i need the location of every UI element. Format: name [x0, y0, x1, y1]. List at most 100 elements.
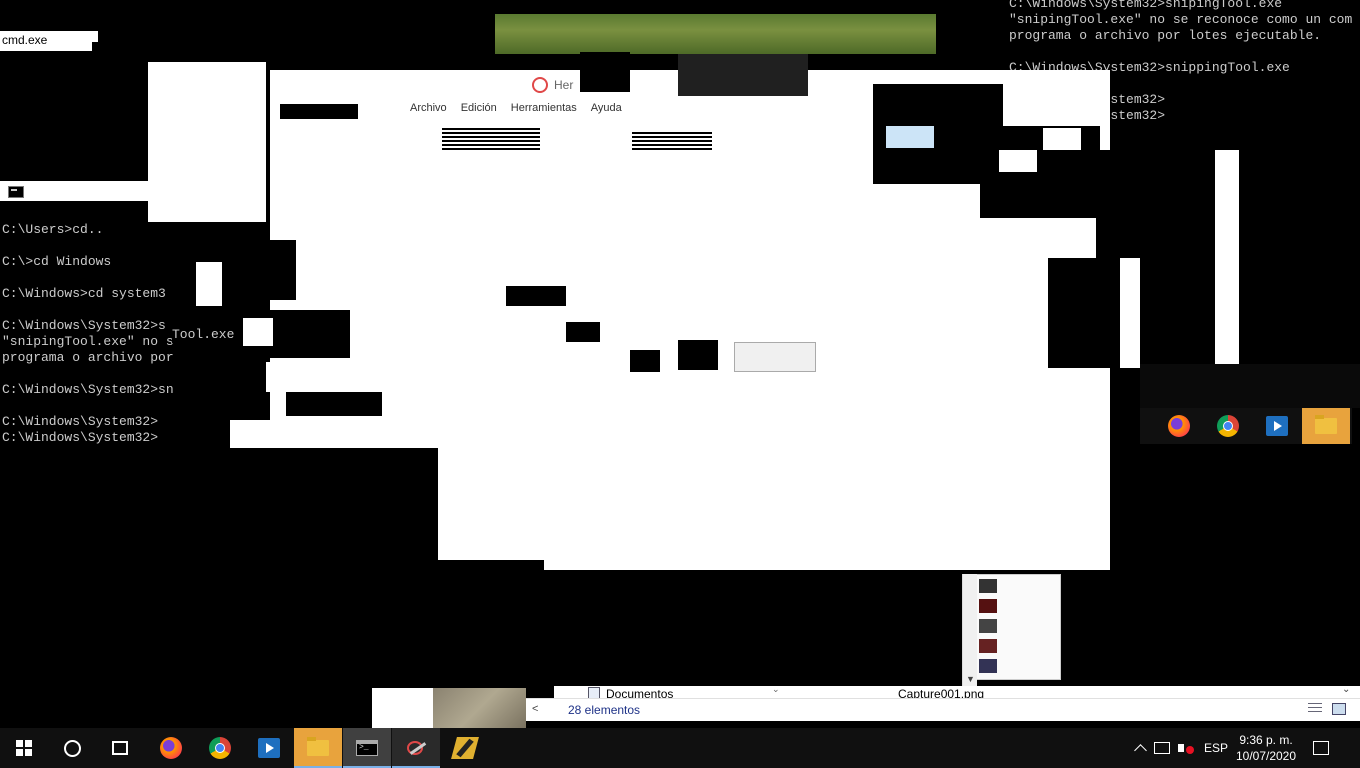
console-region — [544, 574, 962, 686]
start-button[interactable] — [0, 728, 48, 768]
cmd-icon — [356, 740, 378, 756]
console-line: "snipingTool.exe" no s — [2, 334, 174, 349]
language-indicator[interactable]: ESP — [1198, 741, 1234, 755]
console-line: "snipingTool.exe" no se reconoce como un… — [1009, 12, 1353, 27]
launcher-firefox[interactable] — [1155, 408, 1203, 444]
glitch-lines — [632, 132, 712, 152]
details-view-icon[interactable] — [1308, 703, 1322, 715]
glitch-block — [266, 362, 364, 392]
thumbnails-view-icon[interactable] — [1332, 703, 1346, 715]
glitch-block — [1140, 364, 1360, 408]
console-line: programa o archivo por lotes ejecutable. — [1009, 28, 1322, 43]
close-icon[interactable]: ✕ — [817, 52, 829, 69]
menu-item-archivo[interactable]: Archivo — [410, 102, 447, 114]
console-line: C:\Windows>cd system3 — [2, 286, 166, 301]
console-line: C:\Windows\System32>sn — [2, 382, 174, 397]
console-line: C:\Users>cd.. — [2, 222, 104, 237]
scroll-left-icon[interactable]: < — [532, 703, 538, 715]
clock-date: 10/07/2020 — [1235, 749, 1297, 763]
scroll-down-icon[interactable]: ⌄ — [1342, 684, 1350, 695]
taskbar-media-player[interactable] — [245, 728, 293, 768]
launcher-chrome[interactable] — [1204, 408, 1252, 444]
selection-highlight — [886, 126, 934, 148]
console-line: C:\>cd Windows — [2, 254, 112, 269]
cmd-tab[interactable]: cmd.exe — [0, 31, 98, 51]
glitch-block — [1120, 258, 1140, 368]
bolt-icon — [451, 737, 479, 759]
cmd-output: C:\Users>cd.. C:\>cd Windows C:\Windows>… — [2, 222, 180, 452]
console-line: C:\Windows\System32> — [2, 430, 159, 445]
glitch-block — [678, 340, 718, 370]
media-player-icon — [1266, 416, 1288, 436]
glitch-block — [1043, 128, 1081, 150]
console-line: C:\Windows\System32>s — [2, 318, 166, 333]
taskbar: ESP 9:36 p. m. 10/07/2020 — [0, 728, 1360, 768]
glitch-block — [678, 54, 808, 96]
clock[interactable]: 9:36 p. m. 10/07/2020 — [1234, 732, 1298, 764]
glitch-block — [1215, 150, 1239, 370]
taskbar-cmd[interactable] — [343, 728, 391, 768]
chevron-down-icon[interactable]: ⌄ — [772, 684, 780, 695]
cmd-window-title: C:\WINDOWS\system3 — [0, 204, 125, 218]
tab-divider — [92, 42, 100, 72]
glitch-block — [243, 318, 273, 346]
console-line: programa o archivo por — [2, 350, 174, 365]
media-player-icon — [258, 738, 280, 758]
snipping-title-icon — [532, 77, 548, 93]
network-button[interactable] — [1150, 742, 1174, 754]
menu-item-edicion[interactable]: Edición — [461, 102, 497, 114]
launcher-file-explorer[interactable] — [1302, 408, 1350, 444]
glitch-block — [630, 350, 660, 372]
scroll-down-icon[interactable]: ▼ — [966, 674, 975, 684]
thumbnail — [979, 599, 997, 613]
glitch-block — [1048, 258, 1120, 368]
task-view-button[interactable] — [96, 728, 144, 768]
background-image-fragment — [433, 688, 526, 728]
launcher-media-player[interactable] — [1253, 408, 1301, 444]
thumbnail — [979, 579, 997, 593]
system-tray: ESP 9:36 p. m. 10/07/2020 — [1130, 728, 1344, 768]
glitch-block — [506, 286, 566, 306]
thumbnail — [979, 659, 997, 673]
cmd-output-fragment: Tool.exe — [172, 327, 235, 343]
notifications-button[interactable] — [1298, 741, 1344, 755]
scrollbar[interactable]: ▼ — [962, 574, 977, 686]
console-region — [438, 560, 544, 688]
menu-item-herramientas[interactable]: Herramientas — [511, 102, 577, 114]
taskbar-chrome[interactable] — [196, 728, 244, 768]
window-fragment — [372, 688, 433, 728]
taskbar-file-explorer[interactable] — [294, 728, 342, 768]
taskbar-snipping-tool[interactable] — [392, 728, 440, 768]
taskbar-fragment — [1140, 408, 1352, 444]
window-fragment — [412, 0, 495, 78]
item-count: 28 elementos — [568, 703, 641, 717]
console-line: C:\Windows\System32>snipingTool.exe — [1009, 0, 1283, 11]
task-view-icon — [112, 741, 128, 755]
taskbar-firefox[interactable] — [147, 728, 195, 768]
search-button[interactable] — [48, 728, 96, 768]
network-icon — [1154, 742, 1170, 754]
taskbar-app[interactable] — [441, 728, 489, 768]
console-region — [0, 448, 438, 688]
explorer-status-bar: < 28 elementos — [526, 698, 1360, 721]
file-list-thumbnails — [975, 574, 1061, 680]
volume-muted-icon — [1178, 741, 1194, 755]
volume-button[interactable] — [1174, 741, 1198, 755]
glitch-block — [270, 310, 350, 358]
show-hidden-icons-button[interactable] — [1130, 742, 1150, 757]
glitch-lines — [442, 128, 540, 150]
background-image-fragment — [495, 14, 936, 54]
menu-item-ayuda[interactable]: Ayuda — [591, 102, 622, 114]
firefox-icon — [1168, 415, 1190, 437]
glitch-block — [280, 104, 358, 119]
circle-icon — [63, 739, 81, 757]
glitch-block — [566, 322, 600, 342]
thumbnail — [979, 619, 997, 633]
chevron-up-icon — [1133, 743, 1147, 757]
glitch-block — [580, 52, 630, 92]
cmd-window-titlebar[interactable]: C:\WINDOWS\system3 — [0, 181, 148, 218]
